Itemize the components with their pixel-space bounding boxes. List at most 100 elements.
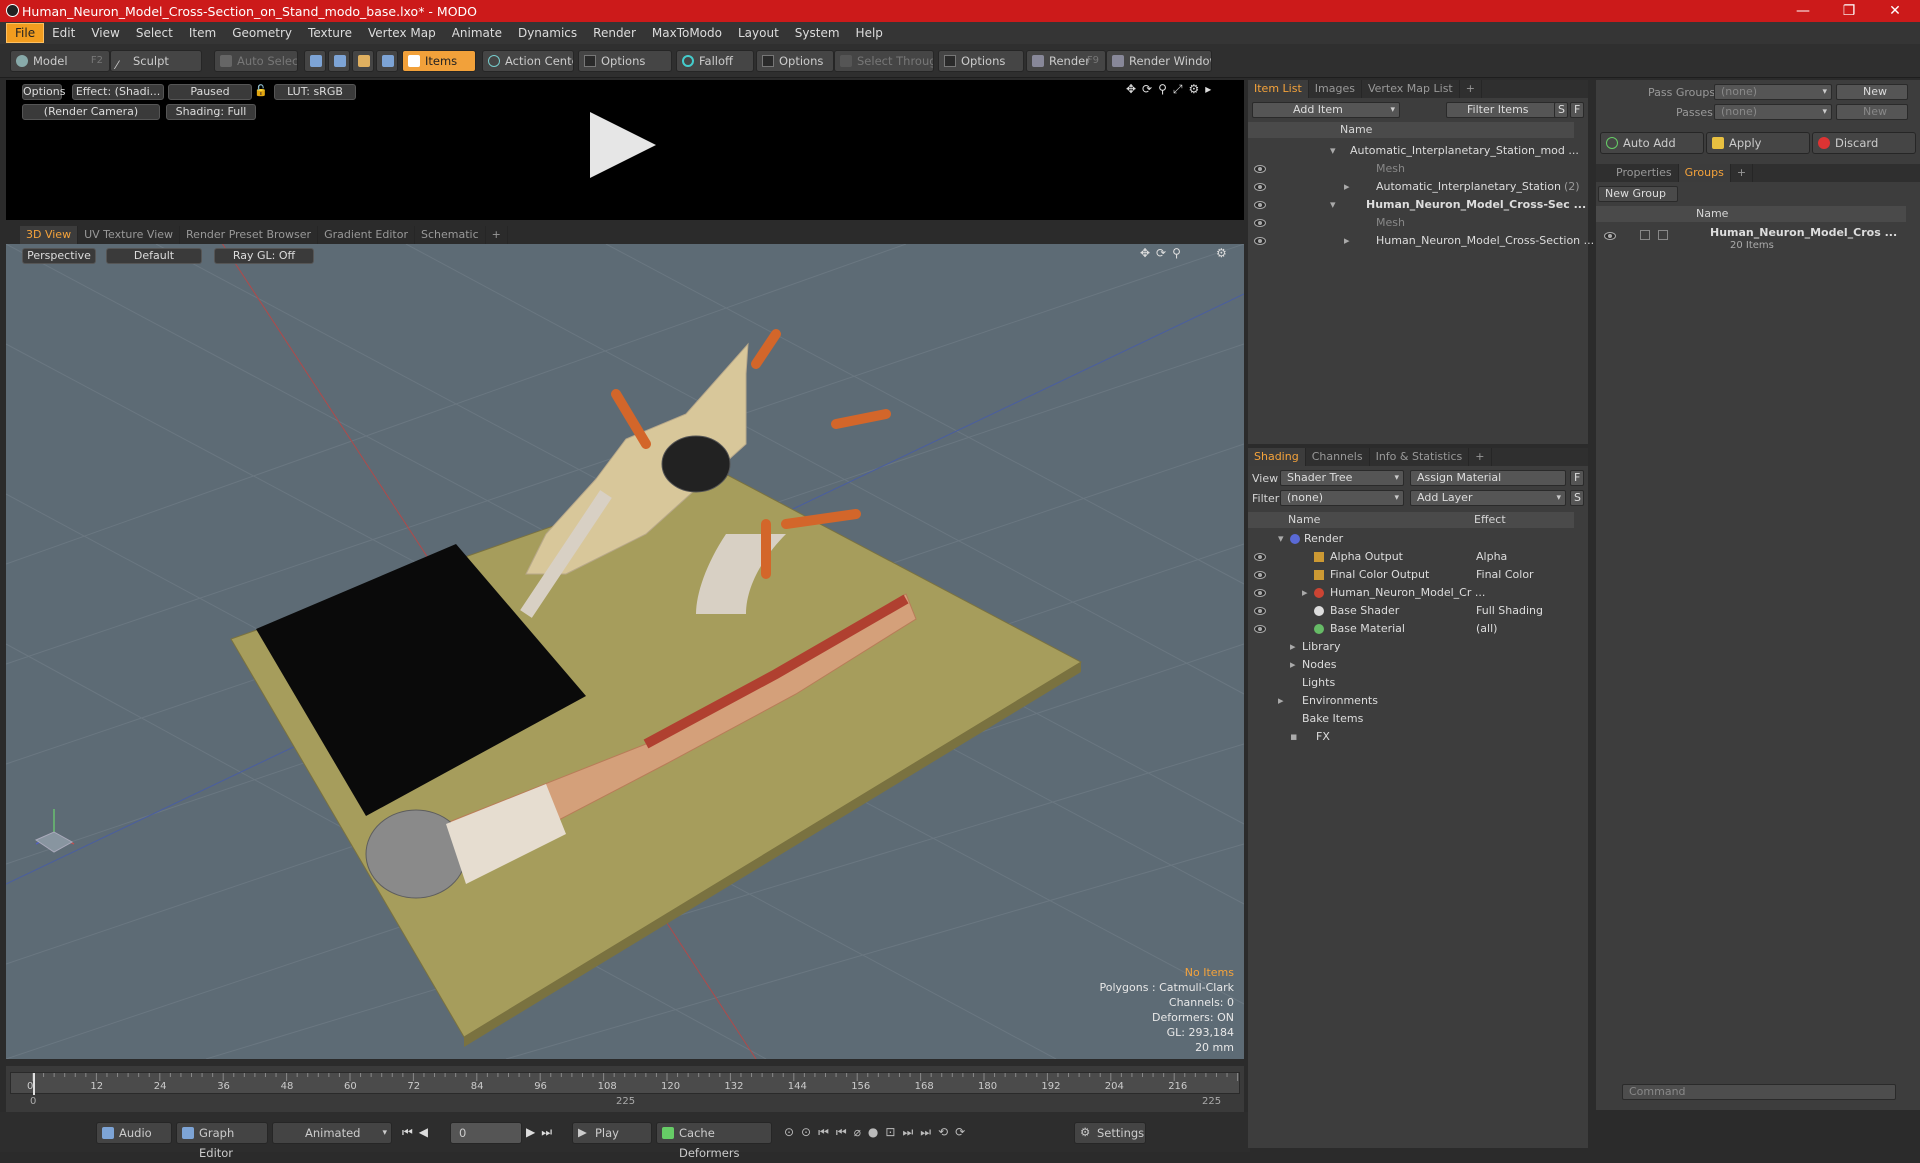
menu-file[interactable]: File xyxy=(6,23,45,43)
timeline-ruler[interactable]: 0 12 24 36 48 60 72 84 96 108 120 132 144 156 168 180 19… xyxy=(10,1072,1240,1095)
add-tab-button[interactable]: + xyxy=(1469,448,1492,466)
passes-dropdown[interactable]: (none) xyxy=(1714,104,1832,120)
visibility-eye-icon[interactable] xyxy=(1254,553,1266,561)
menu-view[interactable]: View xyxy=(83,24,127,42)
tab-uv-texture-view[interactable]: UV Texture View xyxy=(78,226,181,244)
visibility-eye-icon[interactable] xyxy=(1604,232,1616,240)
auto-add-button[interactable]: Auto Add xyxy=(1600,132,1704,154)
shader-row-lights[interactable]: Lights xyxy=(1248,674,1574,692)
frame-field[interactable]: 0 xyxy=(450,1122,522,1144)
tab-schematic[interactable]: Schematic xyxy=(415,226,486,244)
expand-toggle-icon[interactable]: ▸ xyxy=(1302,584,1308,602)
add-tab-button[interactable]: + xyxy=(1731,164,1754,182)
view-dropdown[interactable]: Shader Tree xyxy=(1280,470,1404,486)
restore-icon[interactable]: ❐ xyxy=(1826,0,1872,22)
tab-info-statistics[interactable]: Info & Statistics xyxy=(1370,448,1470,466)
shader-row-effect[interactable]: Alpha xyxy=(1476,548,1507,566)
lock-icon[interactable]: 🔓 xyxy=(254,84,268,100)
auto-select-button[interactable]: Auto Select xyxy=(214,50,298,72)
menu-item[interactable]: Item xyxy=(181,24,224,42)
item-row[interactable]: ▸ Automatic_Interplanetary_Station (2) xyxy=(1248,178,1580,196)
tab-images[interactable]: Images xyxy=(1309,80,1362,98)
item-row[interactable]: ▸ Human_Neuron_Model_Cross-Section ... xyxy=(1248,232,1594,250)
shader-row-effect[interactable]: Full Shading xyxy=(1476,602,1543,620)
new-group-button[interactable]: New Group xyxy=(1598,186,1678,202)
shading-f-button[interactable]: F xyxy=(1570,470,1584,486)
shader-row-alpha-output[interactable]: Alpha Output Alpha xyxy=(1248,548,1574,566)
visibility-eye-icon[interactable] xyxy=(1254,607,1266,615)
visibility-eye-icon[interactable] xyxy=(1254,219,1266,227)
default-style-dropdown[interactable]: Default xyxy=(106,248,202,264)
lut-dropdown[interactable]: LUT: sRGB xyxy=(274,84,356,100)
shader-row-base-shader[interactable]: Base Shader Full Shading xyxy=(1248,602,1574,620)
menu-animate[interactable]: Animate xyxy=(444,24,510,42)
animated-dropdown[interactable]: Animated xyxy=(272,1122,392,1144)
items-mode-button[interactable]: Items xyxy=(402,50,476,72)
tab-shading[interactable]: Shading xyxy=(1248,448,1306,466)
close-icon[interactable]: ✕ xyxy=(1872,0,1918,22)
action-center-options-button[interactable]: Options xyxy=(578,50,672,72)
viewport-nav-icons[interactable]: ✥⟳⚲ xyxy=(1140,246,1187,260)
preview-options-button[interactable]: Options xyxy=(22,84,65,100)
visibility-eye-icon[interactable] xyxy=(1254,183,1266,191)
vertices-mode-button[interactable] xyxy=(304,50,326,72)
play-preview-icon[interactable] xyxy=(590,112,656,178)
effect-dropdown[interactable]: Effect: (Shadi... xyxy=(72,84,164,100)
polygons-mode-button[interactable] xyxy=(352,50,374,72)
tab-vertex-map-list[interactable]: Vertex Map List xyxy=(1362,80,1460,98)
menu-texture[interactable]: Texture xyxy=(300,24,360,42)
perspective-dropdown[interactable]: Perspective xyxy=(22,248,96,264)
graph-editor-button[interactable]: Graph Editor xyxy=(176,1122,268,1160)
discard-button[interactable]: Discard xyxy=(1812,132,1916,154)
apply-button[interactable]: Apply xyxy=(1706,132,1810,154)
tab-3d-view[interactable]: 3D View xyxy=(20,226,79,244)
shader-row-bake-items[interactable]: Bake Items xyxy=(1248,710,1574,728)
menu-vertex-map[interactable]: Vertex Map xyxy=(360,24,444,42)
select-through-button[interactable]: Select Through xyxy=(834,50,934,72)
visibility-eye-icon[interactable] xyxy=(1254,571,1266,579)
shading-s-button[interactable]: S xyxy=(1570,490,1584,506)
cache-deformers-button[interactable]: Cache Deformers xyxy=(656,1122,772,1160)
group-row[interactable]: Human_Neuron_Model_Cros ... 20 Items xyxy=(1596,224,1906,256)
shading-dropdown[interactable]: Shading: Full xyxy=(166,104,256,120)
raygl-dropdown[interactable]: Ray GL: Off xyxy=(214,248,314,264)
add-tab-button[interactable]: + xyxy=(486,226,508,244)
shader-row-base-material[interactable]: Base Material (all) xyxy=(1248,620,1574,638)
item-row[interactable]: ▾ Human_Neuron_Model_Cross-Sec ... xyxy=(1248,196,1586,214)
render-button[interactable]: Render F9 xyxy=(1026,50,1106,72)
shader-row-effect[interactable]: Final Color xyxy=(1476,566,1534,584)
new-pass-group-button[interactable]: New xyxy=(1836,84,1908,100)
item-row[interactable]: ▾ Automatic_Interplanetary_Station_mod ..… xyxy=(1248,142,1579,160)
shader-row-library[interactable]: ▸ Library xyxy=(1248,638,1574,656)
assign-material-button[interactable]: Assign Material xyxy=(1410,470,1566,486)
item-row[interactable]: Mesh xyxy=(1248,214,1574,232)
action-center-button[interactable]: Action Center xyxy=(482,50,574,72)
menu-dynamics[interactable]: Dynamics xyxy=(510,24,585,42)
filter-dropdown[interactable]: (none) xyxy=(1280,490,1404,506)
render-window-button[interactable]: Render Window xyxy=(1106,50,1212,72)
visibility-eye-icon[interactable] xyxy=(1254,201,1266,209)
tab-channels[interactable]: Channels xyxy=(1306,448,1370,466)
paused-button[interactable]: Paused xyxy=(168,84,252,100)
shader-row-nodes[interactable]: ▸ Nodes xyxy=(1248,656,1574,674)
camera-dropdown[interactable]: (Render Camera) xyxy=(22,104,160,120)
3d-viewport[interactable]: No Items Polygons : Catmull-Clark Channe… xyxy=(6,244,1244,1059)
add-layer-dropdown[interactable]: Add Layer xyxy=(1410,490,1566,506)
expand-toggle-icon[interactable]: ▾ xyxy=(1278,530,1284,548)
skip-forward-icons[interactable]: ▶⏭ xyxy=(526,1125,558,1140)
edges-mode-button[interactable] xyxy=(328,50,350,72)
viewport-settings-icon[interactable]: ⚙ xyxy=(1216,246,1227,260)
play-button[interactable]: ▶ Play xyxy=(572,1122,652,1144)
timeline[interactable]: 0 12 24 36 48 60 72 84 96 108 120 132 144 156 168 180 19… xyxy=(6,1066,1244,1112)
menu-maxtomodo[interactable]: MaxToModo xyxy=(644,24,730,42)
materials-mode-button[interactable] xyxy=(376,50,398,72)
new-pass-button[interactable]: New xyxy=(1836,104,1908,120)
expand-toggle-icon[interactable]: ▾ xyxy=(1330,142,1336,160)
settings-button[interactable]: ⚙ Settings xyxy=(1074,1122,1146,1144)
visibility-eye-icon[interactable] xyxy=(1254,625,1266,633)
menu-render[interactable]: Render xyxy=(585,24,644,42)
tab-item-list[interactable]: Item List xyxy=(1248,80,1309,98)
filter-s-button[interactable]: S xyxy=(1554,102,1568,118)
select-options-button[interactable]: Options xyxy=(938,50,1024,72)
expand-toggle-icon[interactable]: ▸ xyxy=(1344,232,1350,250)
